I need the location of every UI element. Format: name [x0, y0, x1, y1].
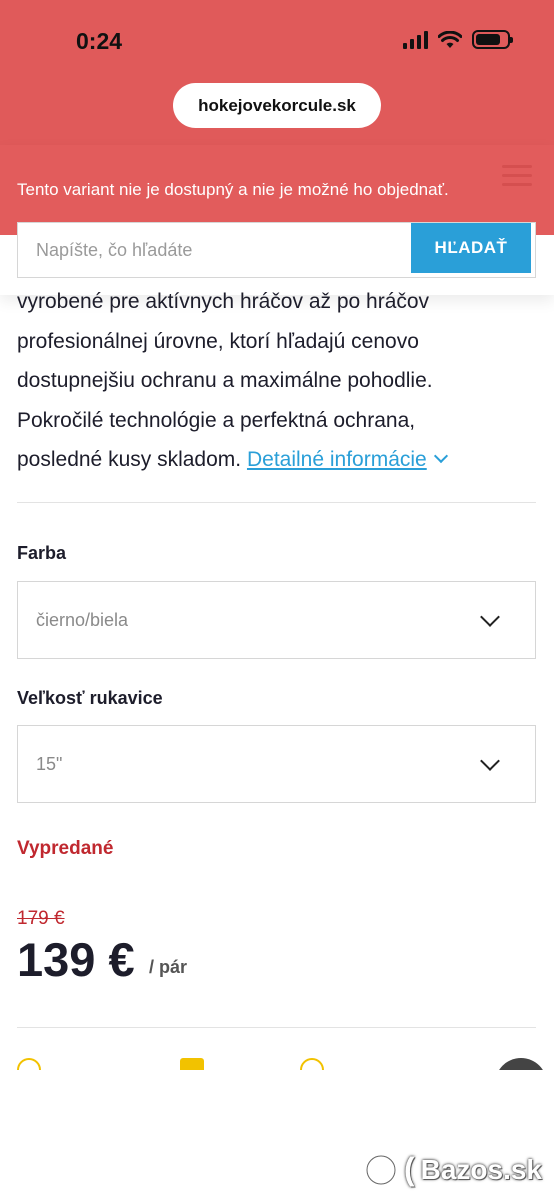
delivery-icon — [180, 1058, 204, 1070]
wifi-icon — [438, 30, 462, 48]
description-line: profesionálnej úrovne, ktorí hľadajú cen… — [17, 329, 419, 353]
info-icon — [17, 1058, 41, 1070]
details-link[interactable]: Detailné informácie — [247, 448, 427, 471]
info-row — [17, 1058, 547, 1070]
price-unit: / pár — [149, 957, 188, 977]
status-time: 0:24 — [76, 28, 123, 54]
description-line: posledné kusy skladom. — [17, 448, 242, 471]
size-select-value: 15" — [36, 753, 63, 774]
url-bar[interactable]: hokejovekorcule.sk — [173, 83, 381, 128]
search-button[interactable]: HĽADAŤ — [411, 223, 531, 273]
alert-text: Tento variant nie je dostupný a nie je m… — [17, 180, 449, 199]
info-item[interactable] — [300, 1058, 324, 1070]
status-bar: 0:24 hokejovekorcule.sk — [0, 0, 554, 145]
description-line: vyrobené pre aktívnych hráčov až po hráč… — [17, 290, 430, 313]
price: 139 € — [17, 933, 135, 986]
search-input[interactable] — [18, 223, 410, 277]
size-label: Veľkosť rukavice — [17, 688, 163, 708]
info-item[interactable] — [17, 1058, 41, 1070]
status-icons — [403, 30, 513, 49]
exchange-icon — [300, 1058, 324, 1070]
product-description: vyrobené pre aktívnych hráčov až po hráč… — [17, 282, 537, 480]
color-label: Farba — [17, 543, 67, 563]
old-price: 179 € — [17, 908, 65, 929]
availability-status: Vypredané — [17, 838, 114, 859]
description-line: dostupnejšiu ochranu a maximálne pohodli… — [17, 369, 433, 392]
chat-icon[interactable] — [495, 1058, 547, 1070]
divider — [17, 1027, 536, 1028]
chevron-down-icon — [480, 751, 500, 771]
bazos-logo-icon — [364, 1153, 397, 1186]
signal-icon — [403, 30, 428, 49]
watermark-bracket: ( — [403, 1151, 415, 1187]
size-select[interactable]: 15" — [17, 725, 536, 803]
description-line: Pokročilé technológie a perfektná ochran… — [17, 408, 416, 432]
watermark-text: Bazos.sk — [420, 1153, 542, 1185]
chevron-down-icon — [480, 607, 500, 627]
search-box: HĽADAŤ — [17, 222, 536, 278]
battery-icon — [472, 30, 513, 49]
color-select-value: čierno/biela — [36, 609, 129, 630]
description-line-last: posledné kusy skladom. Detailné informác… — [17, 440, 537, 480]
info-item[interactable] — [180, 1058, 204, 1070]
chevron-down-icon[interactable] — [433, 448, 448, 464]
divider — [17, 502, 536, 503]
color-select[interactable]: čierno/biela — [17, 581, 536, 659]
watermark: ( Bazos.sk — [364, 1151, 542, 1188]
